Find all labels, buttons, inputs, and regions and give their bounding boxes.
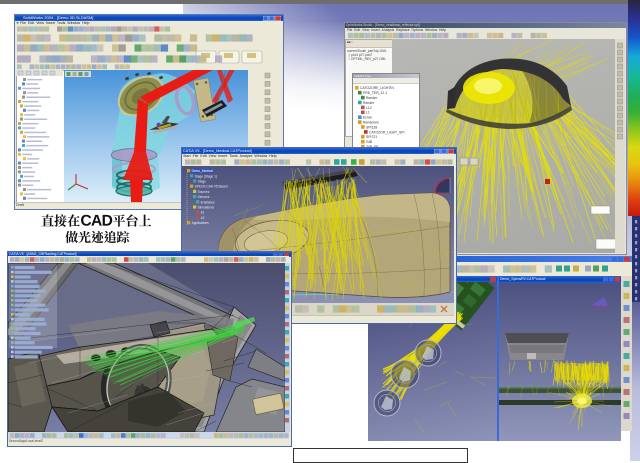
svg-text:Render: Render (363, 101, 375, 105)
svg-text:24B: 24B (366, 140, 373, 144)
svg-text:Sensors: Sensors (198, 195, 210, 199)
svg-text:Sources: Sources (198, 190, 210, 194)
svg-text:Stage: Stage (198, 180, 207, 184)
svg-text:SPI128: SPI128 (366, 125, 377, 129)
svg-text:Demo_Medical: Demo_Medical (192, 169, 214, 173)
svg-text:Applications: Applications (192, 221, 210, 225)
svg-text:CATOZORE_LIGHTIN: CATOZORE_LIGHTIN (360, 86, 394, 90)
svg-text:Simulations: Simulations (198, 206, 215, 210)
svg-text:PRE_TER_12.1: PRE_TER_12.1 (363, 91, 387, 95)
svg-text:A1: A1 (201, 211, 205, 215)
svg-text:L1: L1 (366, 111, 370, 115)
svg-text:A2: A2 (201, 216, 205, 220)
svg-text:Ecran: Ecran (363, 116, 372, 120)
svg-text:SPI721: SPI721 (366, 135, 377, 139)
svg-text:Stage (Stage 1): Stage (Stage 1) (195, 174, 217, 178)
svg-text:Irradiance: Irradiance (201, 200, 215, 204)
svg-text:CATOZOR_LIGHT_SPI: CATOZOR_LIGHT_SPI (369, 130, 405, 134)
svg-text:Renderers: Renderers (363, 121, 379, 125)
svg-text:Render: Render (366, 96, 378, 100)
svg-text:L12: L12 (366, 106, 372, 110)
svg-text:SPEOS CAA V5 Based: SPEOS CAA V5 Based (195, 185, 228, 189)
